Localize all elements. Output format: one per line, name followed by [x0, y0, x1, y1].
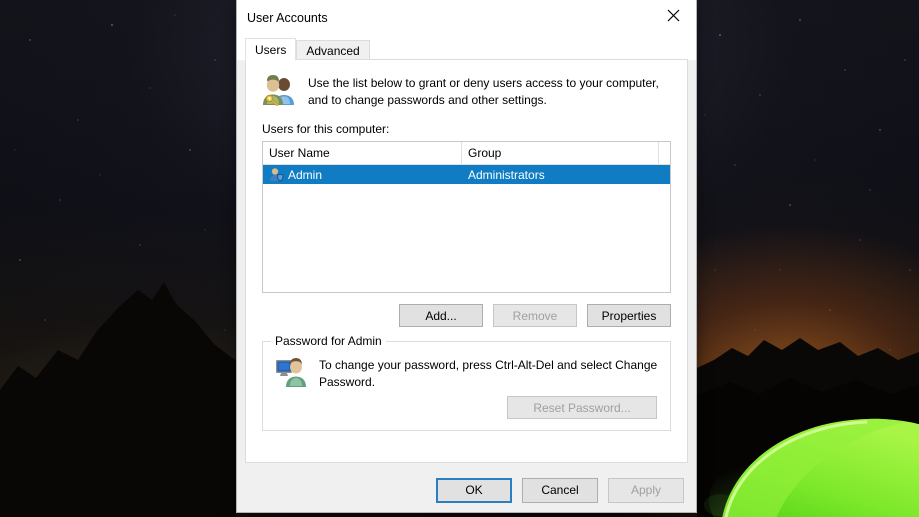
cell-group: Administrators: [468, 167, 545, 182]
window-title: User Accounts: [247, 11, 328, 25]
description-row: Use the list below to grant or deny user…: [246, 60, 687, 108]
list-header-row: User Name Group: [263, 142, 670, 165]
tab-advanced-label: Advanced: [306, 44, 360, 58]
description-text: Use the list below to grant or deny user…: [308, 73, 659, 108]
tab-strip: Users Advanced: [237, 37, 696, 61]
remove-button: Remove: [493, 304, 577, 327]
title-bar[interactable]: User Accounts: [237, 0, 696, 37]
reset-password-button: Reset Password...: [507, 396, 657, 419]
user-with-monitor-icon: [276, 358, 306, 387]
password-group-content: To change your password, press Ctrl-Alt-…: [263, 342, 670, 390]
password-group-title: Password for Admin: [271, 334, 386, 348]
tab-users[interactable]: Users: [245, 38, 297, 61]
cancel-button[interactable]: Cancel: [522, 477, 598, 503]
column-header-user-name[interactable]: User Name: [263, 142, 462, 164]
close-icon: [667, 9, 680, 21]
cell-user-name: Admin: [263, 167, 462, 182]
reset-password-button-row: Reset Password...: [263, 396, 657, 419]
apply-button: Apply: [608, 477, 684, 503]
users-list-label: Users for this computer:: [262, 122, 390, 136]
tab-advanced[interactable]: Advanced: [296, 40, 370, 61]
ok-button[interactable]: OK: [436, 477, 512, 503]
glowing-tent: [709, 418, 919, 517]
password-instruction-text: To change your password, press Ctrl-Alt-…: [319, 356, 657, 390]
user-action-buttons: Add... Remove Properties: [246, 304, 671, 327]
password-text-line-2: Password.: [319, 374, 376, 389]
cell-user-name-text: Admin: [288, 167, 323, 182]
table-row[interactable]: Admin Administrators: [263, 165, 670, 184]
close-button[interactable]: [651, 0, 696, 30]
user-accounts-dialog: User Accounts Users Advanced Use the lis…: [236, 0, 697, 513]
desktop-wallpaper: User Accounts Users Advanced Use the lis…: [0, 0, 919, 517]
description-line-2: and to change passwords and other settin…: [308, 92, 547, 107]
column-header-group[interactable]: Group: [462, 142, 659, 164]
users-tab-page: Use the list below to grant or deny user…: [245, 59, 688, 463]
description-line-1: Use the list below to grant or deny user…: [308, 76, 659, 90]
password-group-box: Password for Admin To change your passwo…: [262, 334, 671, 431]
password-text-line-1: To change your password, press Ctrl-Alt-…: [319, 358, 658, 372]
add-button[interactable]: Add...: [399, 304, 483, 327]
two-users-with-key-icon: [263, 75, 294, 106]
dialog-footer: OK Cancel Apply: [237, 468, 696, 512]
properties-button[interactable]: Properties: [587, 304, 671, 327]
tab-users-label: Users: [255, 43, 287, 57]
users-list-view[interactable]: User Name Group Admin Administrators: [262, 141, 671, 293]
user-shield-icon: [270, 168, 284, 182]
